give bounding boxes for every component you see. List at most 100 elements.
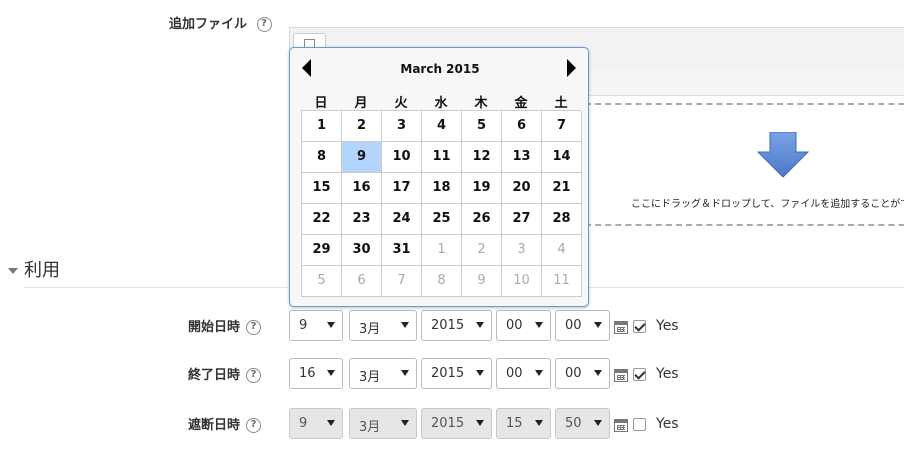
hour-select-value: 00 [506,366,523,381]
year-select-value: 2015 [431,366,465,381]
calendar-day[interactable]: 11 [422,142,462,173]
month-select[interactable]: 3月 [349,310,417,341]
calendar-day-other-month[interactable]: 5 [302,266,342,297]
date-field-label-row: 終了日時? [188,364,262,383]
weekday-header: 日月火水木金土 [301,92,581,111]
calendar-day[interactable]: 5 [462,111,502,142]
calendar-day[interactable]: 25 [422,204,462,235]
minute-select[interactable]: 00 [555,358,610,389]
calendar-day[interactable]: 19 [462,173,502,204]
calendar-month-title: March 2015 [400,62,480,76]
enable-checkbox-label[interactable]: Yes [656,416,679,432]
calendar-day[interactable]: 4 [422,111,462,142]
hour-select[interactable]: 00 [496,358,551,389]
chevron-down-icon [401,322,409,328]
month-select[interactable]: 3月 [349,408,417,439]
year-select[interactable]: 2015 [421,310,492,341]
hour-select-value: 00 [506,318,523,333]
month-select-value: 3月 [359,420,381,435]
calendar-day[interactable]: 1 [302,111,342,142]
calendar-icon[interactable] [614,419,628,432]
date-field-label: 終了日時 [188,368,241,383]
day-select[interactable]: 9 [289,408,343,439]
year-select[interactable]: 2015 [421,358,492,389]
date-field-label-row: 開始日時? [188,316,262,335]
calendar-day-other-month[interactable]: 1 [422,235,462,266]
next-month-icon[interactable] [567,59,576,77]
month-select[interactable]: 3月 [349,358,417,389]
weekday-label: 木 [474,96,488,111]
minute-select-value: 50 [565,416,582,431]
minute-select-value: 00 [565,366,582,381]
calendar-day[interactable]: 10 [382,142,422,173]
year-select[interactable]: 2015 [421,408,492,439]
calendar-day[interactable]: 28 [542,204,582,235]
chevron-down-icon [535,370,543,376]
collapse-triangle-icon[interactable] [8,268,18,274]
calendar-day[interactable]: 3 [382,111,422,142]
help-icon[interactable]: ? [256,17,272,32]
hour-select-value: 15 [506,416,523,431]
calendar-icon[interactable] [614,321,628,334]
calendar-icon[interactable] [614,369,628,382]
calendar-day-other-month[interactable]: 11 [542,266,582,297]
year-select-value: 2015 [431,416,465,431]
chevron-down-icon [401,420,409,426]
hour-select[interactable]: 00 [496,310,551,341]
calendar-day-other-month[interactable]: 7 [382,266,422,297]
availability-section-header[interactable]: 利用 [8,256,60,282]
calendar-day-other-month[interactable]: 8 [422,266,462,297]
calendar-day[interactable]: 22 [302,204,342,235]
calendar-day[interactable]: 15 [302,173,342,204]
chevron-down-icon [535,322,543,328]
dropzone-text: ここにドラッグ＆ドロップして、ファイルを追加することができ [631,199,904,210]
calendar-day[interactable]: 18 [422,173,462,204]
calendar-day[interactable]: 13 [502,142,542,173]
minute-select[interactable]: 50 [555,408,610,439]
calendar-day[interactable]: 24 [382,204,422,235]
calendar-day[interactable]: 16 [342,173,382,204]
calendar-day[interactable]: 23 [342,204,382,235]
calendar-day[interactable]: 6 [502,111,542,142]
calendar-day-other-month[interactable]: 9 [462,266,502,297]
chevron-down-icon [476,420,484,426]
calendar-day[interactable]: 14 [542,142,582,173]
calendar-day[interactable]: 27 [502,204,542,235]
calendar-grid: 1 2 3 4 5 6 7 8 9 10 11 12 13 14 15 16 17 18 19 20 21 22 23 24 2… [301,110,582,297]
enable-checkbox-label[interactable]: Yes [656,318,679,334]
enable-checkbox[interactable] [633,418,646,431]
calendar-day-other-month[interactable]: 10 [502,266,542,297]
calendar-day[interactable]: 31 [382,235,422,266]
calendar-day[interactable]: 8 [302,142,342,173]
calendar-day[interactable]: 17 [382,173,422,204]
section-title: 利用 [24,260,60,281]
day-select-value: 9 [299,318,308,333]
day-select[interactable]: 16 [289,358,343,389]
enable-checkbox-label[interactable]: Yes [656,366,679,382]
calendar-day[interactable]: 7 [542,111,582,142]
date-field-label: 遮断日時 [188,418,241,433]
calendar-day[interactable]: 29 [302,235,342,266]
chevron-down-icon [401,370,409,376]
calendar-day-other-month[interactable]: 3 [502,235,542,266]
calendar-day[interactable]: 30 [342,235,382,266]
minute-select[interactable]: 00 [555,310,610,341]
calendar-day[interactable]: 12 [462,142,502,173]
enable-checkbox[interactable] [633,320,646,333]
calendar-day-other-month[interactable]: 2 [462,235,502,266]
calendar-day[interactable]: 26 [462,204,502,235]
help-icon[interactable]: ? [246,320,262,335]
calendar-day-other-month[interactable]: 4 [542,235,582,266]
hour-select[interactable]: 15 [496,408,551,439]
help-icon[interactable]: ? [246,418,262,433]
chevron-down-icon [476,370,484,376]
calendar-day[interactable]: 21 [542,173,582,204]
enable-checkbox[interactable] [633,368,646,381]
day-select[interactable]: 9 [289,310,343,341]
calendar-day[interactable]: 20 [502,173,542,204]
help-icon[interactable]: ? [246,368,262,383]
calendar-day-other-month[interactable]: 6 [342,266,382,297]
weekday-label: 火 [394,96,408,111]
calendar-day[interactable]: 9 [342,142,382,173]
calendar-day[interactable]: 2 [342,111,382,142]
